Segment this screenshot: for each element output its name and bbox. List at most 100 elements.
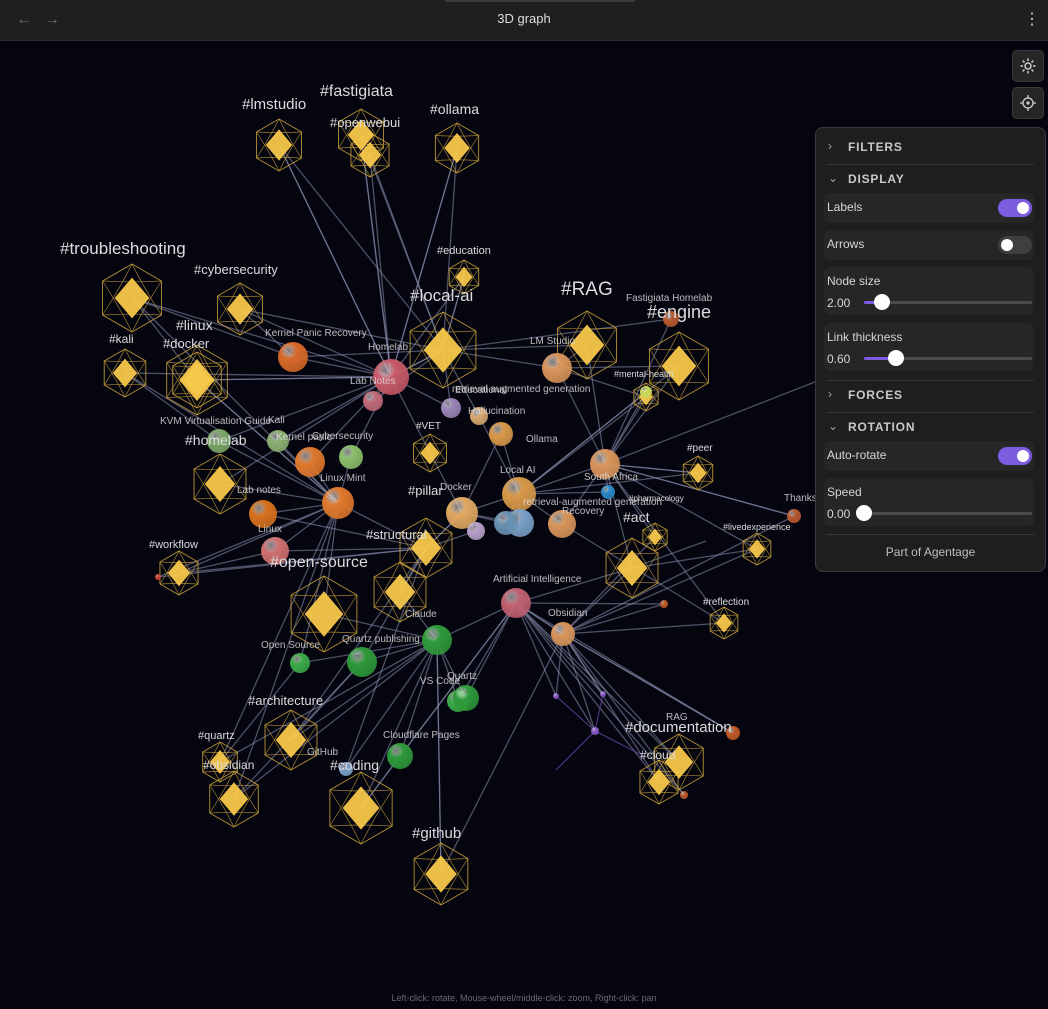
section-forces-label: FORCES [848,388,903,402]
tag-wireframe-edge [217,308,226,323]
tag-wireframe-edge [172,365,182,381]
slider-thumb[interactable] [856,505,872,521]
tag-label: #cybersecurity [194,262,278,277]
arrows-toggle[interactable] [998,236,1032,254]
graph-node [155,574,161,580]
divider [826,380,1034,381]
tag-node [420,441,440,465]
node-label: VS Code [420,676,460,687]
node-label: Ollama [526,434,558,445]
section-forces[interactable]: › FORCES [828,382,1034,408]
tag-label: #engine [647,302,711,322]
slider-thumb[interactable] [874,294,891,310]
graph-node [501,588,531,618]
tag-wireframe-edge [408,576,426,579]
tag-wireframe-edge [686,774,704,777]
chevron-right-icon: › [828,139,832,153]
tag-wireframe-edge [350,165,364,167]
tag-wireframe-edge [435,135,444,149]
graph-node [551,622,575,646]
graph-link [465,602,517,699]
tag-wireframe-edge [286,157,302,159]
graph-link [278,144,444,351]
graph-node [591,727,599,735]
section-display-label: DISPLAY [848,172,905,186]
tag-wireframe-edge [344,594,358,615]
settings-button[interactable] [1012,50,1044,82]
tag-node [748,539,766,559]
tag-wireframe-edge [707,464,714,474]
tag-wireframe-edge [453,367,476,370]
tag-wireframe-edge [470,147,479,161]
tag-wireframe-edge [707,472,714,482]
section-display[interactable]: ⌄ DISPLAY [828,166,1034,192]
tag-wireframe-edge [435,147,444,161]
cluster-link [594,693,604,732]
link-thickness-slider[interactable] [864,350,1032,366]
tag-wireframe-edge [209,784,219,800]
tag-wireframe-edge [264,739,275,756]
agentage-link[interactable]: Part of Agentage [816,545,1045,559]
tag-wireframe-edge [463,349,477,370]
tag-wireframe-edge [640,581,658,584]
tag-wireframe-edge [606,581,624,584]
locate-button[interactable] [1012,87,1044,119]
tag-label: #ollama [430,101,479,117]
graph-node [453,685,479,711]
tag-node [226,293,254,325]
tag-label: #mental-health [614,369,674,379]
section-filters[interactable]: › FILTERS [828,134,1034,160]
more-vertical-icon[interactable]: ⋮ [1024,10,1040,30]
graph-link [631,548,758,569]
speed-slider[interactable] [856,505,1032,521]
tag-label: #linux [176,317,213,333]
section-rotation[interactable]: ⌄ ROTATION [828,414,1034,440]
labels-toggle[interactable] [998,199,1032,217]
tag-wireframe-edge [209,798,219,814]
tag-wireframe-edge [688,381,709,384]
graph-node [441,398,461,418]
graph-node [363,391,383,411]
divider [826,534,1034,535]
settings-panel: › FILTERS ⌄ DISPLAY Labels Arrows Node s… [815,127,1046,572]
tag-label: #kali [109,332,134,346]
tag-wireframe-edge [193,483,204,500]
node-label: Recovery [562,506,604,517]
node-size-slider[interactable] [864,294,1032,310]
tag-wireframe-edge [350,154,359,167]
tag-wireframe-edge [688,348,709,351]
auto-rotate-label: Auto-rotate [827,448,887,462]
arrows-row: Arrows [824,230,1034,260]
tag-label: #open-source [270,554,368,571]
node-size-row: Node size 2.00 [824,267,1034,315]
tag-wireframe-edge [265,724,283,727]
tag-wireframe-edge [642,529,648,538]
tag-label: #livedexperience [723,522,791,532]
tag-wireframe-edge [103,360,113,374]
tag-wireframe-edge [159,561,168,574]
tag-wireframe-edge [338,147,354,149]
tag-wireframe-edge [448,276,455,286]
controls-hint: Left-click: rotate, Mouse-wheel/middle-c… [391,993,657,1003]
tag-label: #act [623,509,650,525]
auto-rotate-toggle[interactable] [998,447,1032,465]
tag-wireframe-edge [376,143,390,145]
tag-wireframe-edge [648,567,659,584]
tag-label: #cloud [640,748,675,762]
tag-wireframe-edge [649,348,670,351]
tag-wireframe-edge [159,583,173,585]
node-label: Lab Notes [350,376,396,387]
graph-link [515,602,596,732]
tag-wireframe-edge [639,792,653,794]
node-label: RAG [666,712,688,723]
tag-node [661,345,697,387]
tag-wireframe-edge [442,532,453,549]
node-label: GitHub [307,747,339,758]
slider-thumb[interactable] [887,350,904,366]
tag-label: #RAG [561,279,613,300]
auto-rotate-row: Auto-rotate [824,441,1034,471]
tag-wireframe-edge [434,561,452,564]
graph-node [290,653,310,673]
tag-wireframe-edge [449,858,468,860]
speed-value: 0.00 [827,507,851,521]
